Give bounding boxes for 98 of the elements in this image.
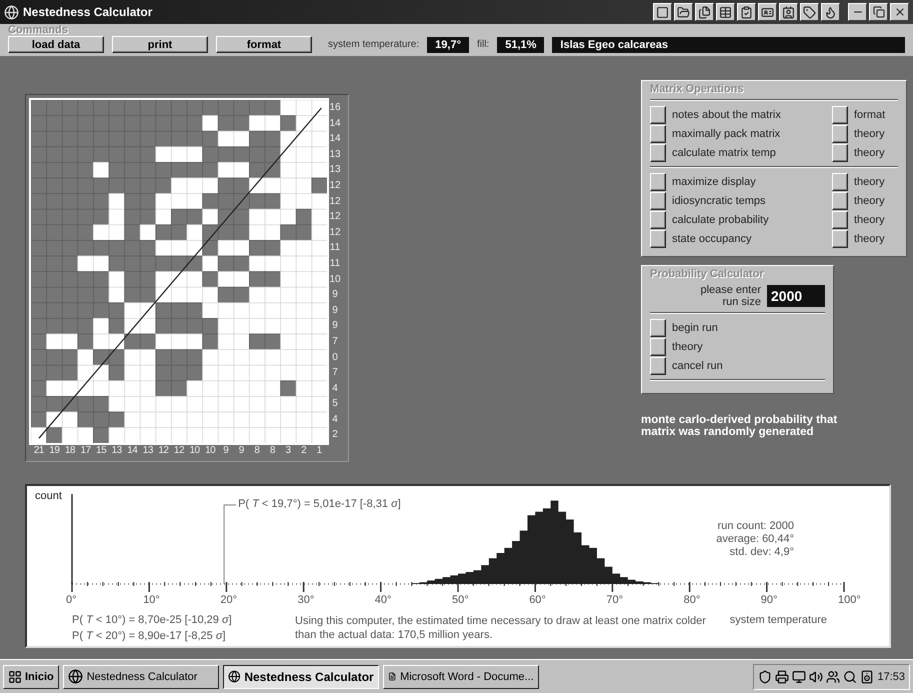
run-label: begin run bbox=[672, 322, 718, 334]
row-total: 12 bbox=[328, 226, 342, 240]
threshold-probability: P( T < 10°) = 8,70e-25 [-10,29 σ] bbox=[72, 614, 232, 626]
column-total: 14 bbox=[126, 444, 138, 456]
taskbar-button[interactable]: Nestedness Calculator bbox=[222, 664, 379, 688]
threshold-probability: P( T < 20°) = 8,90e-17 [-8,25 σ] bbox=[72, 630, 226, 642]
command-button[interactable]: load data bbox=[8, 36, 104, 53]
column-total: 12 bbox=[172, 444, 186, 456]
row-total: 5 bbox=[331, 397, 339, 412]
column-total: 9 bbox=[238, 444, 245, 456]
column-total: 13 bbox=[142, 444, 154, 456]
run-size-field[interactable]: 2000 bbox=[767, 285, 825, 307]
taskbar-button[interactable]: Nestedness Calculator bbox=[62, 664, 219, 688]
column-total: 17 bbox=[79, 444, 92, 456]
run-statistic: std. dev: 4,9° bbox=[730, 546, 794, 558]
operation-label: notes about the matrix bbox=[672, 108, 782, 120]
row-total: 0 bbox=[331, 350, 339, 364]
operation-label: theory bbox=[854, 194, 886, 206]
tick-label: 0° bbox=[66, 594, 77, 606]
tick-label: 50° bbox=[452, 594, 469, 606]
start-button[interactable]: Inicio bbox=[3, 664, 59, 688]
column-total: 12 bbox=[157, 444, 170, 456]
operation-label: maximize display bbox=[672, 176, 757, 188]
axis-title: count bbox=[35, 490, 62, 502]
column-total: 1 bbox=[316, 444, 323, 456]
observed-probability: P( T < 19,7°) = 5,01e-17 [-8,31 σ] bbox=[238, 498, 401, 510]
column-total: 8 bbox=[268, 444, 276, 456]
operation-label: idiosyncratic temps bbox=[672, 194, 767, 206]
operation-label: theory bbox=[854, 232, 886, 244]
row-total: 16 bbox=[328, 101, 342, 115]
fill-value: 51,1% bbox=[497, 36, 544, 52]
row-total: 12 bbox=[328, 210, 342, 224]
row-total: 9 bbox=[331, 319, 339, 334]
tick-label: 60° bbox=[529, 594, 546, 606]
row-total: 14 bbox=[328, 116, 342, 131]
operation-label: theory bbox=[854, 146, 886, 158]
run-statistic: run count: 2000 bbox=[718, 520, 794, 532]
probability-note: monte carlo-derived probability that matrix was randomly generated bbox=[641, 414, 838, 438]
row-total: 7 bbox=[331, 366, 339, 380]
column-total: 21 bbox=[32, 444, 45, 456]
axis-title: system temperature bbox=[730, 614, 827, 626]
temperature-value: 19,7° bbox=[427, 36, 469, 52]
run-label: cancel run bbox=[672, 360, 723, 372]
dataset-name: Islas Egeo calcareas bbox=[552, 36, 905, 52]
column-total: 9 bbox=[222, 444, 230, 456]
tick-label: 40° bbox=[374, 594, 392, 606]
row-total: 13 bbox=[328, 148, 342, 162]
fill-label: fill: bbox=[476, 39, 490, 50]
operation-label: theory bbox=[854, 128, 886, 140]
operation-label: calculate probability bbox=[672, 214, 770, 226]
row-total: 9 bbox=[331, 288, 339, 302]
operation-label: state occupancy bbox=[672, 232, 752, 244]
tick-label: 20° bbox=[220, 594, 238, 606]
row-total: 12 bbox=[328, 178, 342, 193]
operation-label: calculate matrix temp bbox=[672, 146, 777, 158]
command-button[interactable]: format bbox=[216, 36, 312, 53]
column-total: 10 bbox=[188, 444, 201, 456]
column-total: 19 bbox=[48, 444, 60, 456]
operation-label: maximally pack matrix bbox=[672, 128, 782, 140]
row-total: 9 bbox=[331, 304, 339, 318]
tick-label: 30° bbox=[298, 594, 314, 606]
temperature-label: system temperature: bbox=[328, 39, 420, 50]
tick-label: 70° bbox=[606, 594, 624, 606]
column-total: 8 bbox=[253, 444, 260, 456]
run-size-prompt: please enter run size bbox=[699, 284, 761, 308]
row-total: 14 bbox=[328, 132, 342, 146]
group-title: Commands bbox=[8, 24, 68, 36]
tick-label: 90° bbox=[760, 594, 778, 606]
column-total: 10 bbox=[204, 444, 216, 456]
run-label: theory bbox=[672, 340, 703, 352]
estimate-text: Using this computer, the estimated time necessary to draw at least one matrix colder than the actual data: 170,5 million years. bbox=[295, 614, 707, 642]
operation-label: theory bbox=[854, 176, 886, 188]
tick-label: 10° bbox=[143, 594, 160, 606]
operation-label: format bbox=[854, 108, 886, 120]
row-total: 10 bbox=[328, 272, 342, 287]
tick-label: 100° bbox=[838, 594, 861, 606]
column-total: 3 bbox=[284, 444, 292, 456]
operation-label: theory bbox=[854, 214, 886, 226]
row-total: 2 bbox=[331, 428, 339, 442]
run-statistic: average: 60,44° bbox=[716, 533, 794, 546]
clock: 17:53 bbox=[877, 670, 905, 682]
row-total: 7 bbox=[331, 334, 339, 349]
command-button[interactable]: print bbox=[112, 36, 208, 53]
column-total: 15 bbox=[95, 444, 108, 456]
row-total: 12 bbox=[328, 194, 342, 209]
window-title: Nestedness Calculator bbox=[23, 5, 152, 19]
group-title: Probability Calculator bbox=[650, 268, 764, 280]
row-total: 11 bbox=[328, 241, 342, 256]
column-total: 2 bbox=[300, 444, 308, 456]
row-total: 11 bbox=[328, 256, 342, 271]
taskbar-button[interactable]: Microsoft Word - Docume... bbox=[382, 664, 539, 688]
tick-label: 80° bbox=[684, 594, 700, 606]
group-title: Matrix Operations bbox=[650, 83, 744, 95]
column-total: 18 bbox=[64, 444, 76, 456]
column-total: 13 bbox=[110, 444, 123, 456]
row-total: 4 bbox=[331, 382, 339, 396]
row-total: 4 bbox=[331, 412, 339, 427]
row-total: 13 bbox=[328, 163, 342, 178]
